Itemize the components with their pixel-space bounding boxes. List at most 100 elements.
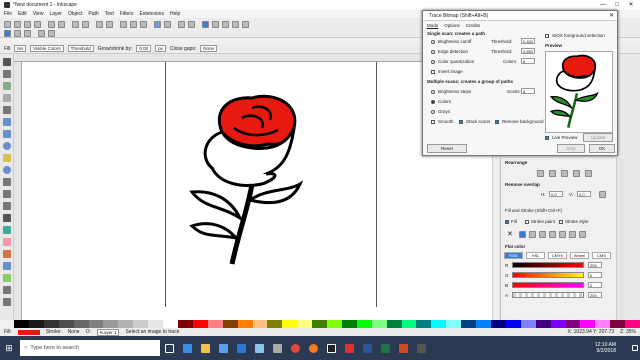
preferences-icon[interactable] bbox=[242, 21, 249, 28]
notifications-icon[interactable] bbox=[630, 336, 640, 360]
align-distribute-icon[interactable] bbox=[232, 21, 239, 28]
swatch[interactable] bbox=[580, 320, 596, 328]
tab-fill-check[interactable] bbox=[505, 220, 509, 224]
duplicate-icon[interactable] bbox=[154, 21, 161, 28]
swatch[interactable] bbox=[207, 320, 223, 328]
text-tool-icon[interactable] bbox=[3, 214, 11, 222]
swatch[interactable] bbox=[252, 320, 268, 328]
swatch[interactable] bbox=[431, 320, 447, 328]
group-icon[interactable] bbox=[178, 21, 185, 28]
swatch[interactable] bbox=[491, 320, 506, 328]
alpha-value[interactable]: 255 bbox=[588, 292, 602, 298]
threshold-input-2[interactable]: 0.650 bbox=[521, 48, 535, 54]
minimize-button[interactable]: — bbox=[596, 0, 610, 10]
checkbox-checked-icon[interactable] bbox=[459, 119, 463, 124]
swatch[interactable] bbox=[237, 320, 253, 328]
smooth-option[interactable]: Smooth bbox=[431, 119, 454, 124]
fill-indicator[interactable] bbox=[17, 329, 40, 335]
menu-path[interactable]: Path bbox=[88, 11, 98, 17]
unclump-icon[interactable] bbox=[561, 170, 568, 177]
checkbox-icon[interactable] bbox=[431, 69, 435, 74]
tab-mode[interactable]: Mode bbox=[427, 23, 438, 28]
menu-layer[interactable]: Layer bbox=[49, 11, 62, 17]
radio-icon[interactable] bbox=[431, 109, 435, 114]
ok-button[interactable]: OK bbox=[589, 144, 615, 153]
h-gap-input[interactable]: 0.0 bbox=[549, 191, 563, 197]
maximize-button[interactable]: □ bbox=[610, 0, 624, 10]
swatch[interactable] bbox=[267, 320, 283, 328]
green-value[interactable]: 0 bbox=[588, 272, 602, 278]
swatch[interactable] bbox=[476, 320, 491, 328]
radio-icon[interactable] bbox=[431, 59, 435, 64]
swatch[interactable] bbox=[625, 320, 640, 328]
store-icon[interactable] bbox=[214, 336, 232, 360]
swatch[interactable] bbox=[103, 320, 119, 328]
save-icon[interactable] bbox=[24, 21, 31, 28]
tab-options[interactable]: Options bbox=[444, 23, 460, 28]
spiral-tool-icon[interactable] bbox=[3, 166, 11, 174]
tab-stroke-paint[interactable]: Stroke paint bbox=[531, 219, 555, 224]
swatch[interactable] bbox=[401, 320, 417, 328]
menu-file[interactable]: File bbox=[4, 11, 12, 17]
xml-editor-icon[interactable] bbox=[222, 21, 229, 28]
word-icon[interactable] bbox=[358, 336, 376, 360]
mesh-gradient-icon[interactable] bbox=[549, 231, 556, 238]
exchange-positions-icon[interactable] bbox=[549, 170, 556, 177]
swatch[interactable] bbox=[416, 320, 432, 328]
inkscape-taskbar-icon[interactable] bbox=[322, 336, 340, 360]
swatch[interactable] bbox=[371, 320, 387, 328]
reset-button[interactable]: Reset bbox=[427, 144, 467, 153]
star-tool-icon[interactable] bbox=[3, 154, 11, 162]
tab-stroke-style-check[interactable] bbox=[559, 220, 563, 224]
swatch[interactable] bbox=[446, 320, 462, 328]
scans-input[interactable]: 8 bbox=[521, 88, 535, 94]
checkbox-checked-icon[interactable] bbox=[495, 119, 499, 124]
chrome-icon[interactable] bbox=[286, 336, 304, 360]
tab-rgb[interactable]: RGB bbox=[504, 252, 523, 259]
swatch[interactable] bbox=[520, 320, 536, 328]
tab-cmyk[interactable]: CMYK bbox=[548, 252, 567, 259]
task-view-icon[interactable] bbox=[160, 336, 178, 360]
tab-stroke-paint-check[interactable] bbox=[525, 220, 529, 224]
swatch[interactable] bbox=[461, 320, 477, 328]
menu-filters[interactable]: Filters bbox=[120, 11, 134, 17]
flip-icon[interactable] bbox=[24, 30, 31, 37]
gradient-tool-icon[interactable] bbox=[3, 262, 11, 270]
swatch[interactable] bbox=[73, 320, 89, 328]
radio-selected-icon[interactable] bbox=[431, 99, 435, 104]
copy-icon[interactable] bbox=[96, 21, 103, 28]
swatch[interactable] bbox=[148, 320, 164, 328]
swatch[interactable] bbox=[133, 320, 149, 328]
swatch[interactable] bbox=[282, 320, 298, 328]
edge-browser-icon[interactable] bbox=[178, 336, 196, 360]
tweak-tool-icon[interactable] bbox=[3, 82, 11, 90]
remove-background-option[interactable]: Remove background bbox=[495, 119, 544, 124]
open-icon[interactable] bbox=[14, 21, 21, 28]
swatch[interactable] bbox=[222, 320, 238, 328]
swatch[interactable] bbox=[14, 320, 29, 328]
swatch[interactable] bbox=[88, 320, 104, 328]
swatch[interactable] bbox=[535, 320, 551, 328]
color-quantization-option[interactable]: Color quantization bbox=[431, 59, 474, 64]
rearrange-graph-icon[interactable] bbox=[537, 170, 544, 177]
swatch[interactable] bbox=[192, 320, 208, 328]
clone-icon[interactable] bbox=[164, 21, 171, 28]
blue-slider[interactable] bbox=[512, 282, 584, 288]
system-clock[interactable]: 12:10 AM 9/2/2018 bbox=[595, 342, 630, 354]
radial-gradient-icon[interactable] bbox=[539, 231, 546, 238]
import-icon[interactable] bbox=[48, 21, 55, 28]
select-all-icon[interactable] bbox=[4, 30, 11, 37]
close-gaps-select[interactable]: None bbox=[200, 45, 218, 52]
red-slider[interactable] bbox=[512, 262, 584, 268]
photos-icon[interactable] bbox=[250, 336, 268, 360]
ungroup-icon[interactable] bbox=[188, 21, 195, 28]
blue-value[interactable]: 0 bbox=[588, 282, 602, 288]
flat-color-icon[interactable] bbox=[519, 231, 526, 238]
status-stroke-value[interactable]: None bbox=[68, 329, 80, 335]
linear-gradient-icon[interactable] bbox=[529, 231, 536, 238]
tab-stroke-style[interactable]: Stroke style bbox=[565, 219, 589, 224]
brightness-cutoff-option[interactable]: Brightness cutoff bbox=[431, 39, 471, 44]
green-slider[interactable] bbox=[512, 272, 584, 278]
lower-icon[interactable] bbox=[48, 30, 55, 37]
zoom-selection-icon[interactable] bbox=[120, 21, 127, 28]
